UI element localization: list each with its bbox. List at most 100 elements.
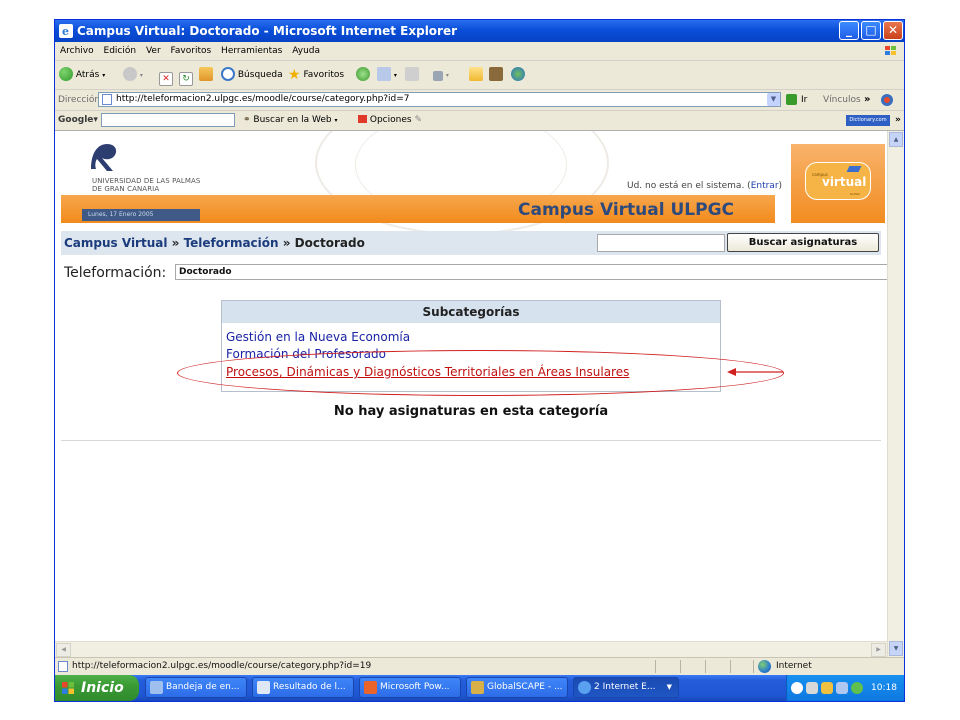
taskbar-item-ftp[interactable]: GlobalSCAPE - ... — [466, 677, 568, 698]
research-button[interactable] — [489, 61, 503, 89]
address-dropdown-icon[interactable]: ▼ — [767, 93, 780, 106]
google-options-button[interactable]: Opciones ✎ — [358, 111, 422, 130]
home-icon — [199, 67, 213, 81]
google-more-icon[interactable]: » — [895, 111, 901, 130]
menu-herramientas[interactable]: Herramientas — [221, 46, 282, 56]
forward-button[interactable]: ▾ — [123, 61, 143, 89]
home-button[interactable] — [199, 61, 213, 89]
breadcrumb-home[interactable]: Campus Virtual — [64, 236, 167, 250]
google-search-input[interactable] — [101, 113, 235, 127]
links-more-icon[interactable]: » — [864, 90, 870, 110]
messenger-button[interactable] — [511, 61, 525, 89]
taskbar-item-label: GlobalSCAPE - ... — [487, 682, 563, 692]
folder-button[interactable] — [469, 61, 483, 89]
window-title: Campus Virtual: Doctorado - Microsoft In… — [77, 24, 458, 38]
refresh-icon: ↻ — [179, 72, 193, 86]
horizontal-scrollbar[interactable]: ◀ ▶ — [55, 641, 887, 657]
menu-ver[interactable]: Ver — [146, 46, 161, 56]
navigation-bar: Campus Virtual » Teleformación » Doctora… — [61, 231, 881, 255]
chevron-down-icon: ▾ — [393, 72, 397, 79]
taskbar-item-label: Bandeja de en... — [166, 682, 240, 692]
google-search-web-button[interactable]: ⚭ Buscar en la Web ▾ — [243, 111, 338, 130]
menu-edicion[interactable]: Edición — [104, 46, 137, 56]
login-link[interactable]: Entrar — [751, 181, 779, 191]
vertical-scrollbar[interactable]: ▲ ▼ — [887, 131, 904, 657]
stop-button[interactable]: ✕ — [159, 61, 173, 89]
tray-icon[interactable] — [836, 682, 848, 694]
menu-archivo[interactable]: Archivo — [60, 46, 94, 56]
google-logo[interactable]: Google▾ — [58, 111, 98, 130]
tray-icon[interactable] — [821, 682, 833, 694]
taskbar-item-document[interactable]: Resultado de l... — [252, 677, 354, 698]
status-bar: http://teleformacion2.ulpgc.es/moodle/co… — [55, 657, 904, 675]
standard-toolbar: Atrás ▾ ▾ ✕ ↻ Búsqueda ★ Favoritos ▾ ▾ — [55, 61, 904, 90]
mail-button[interactable]: ▾ — [377, 61, 397, 89]
clock[interactable]: 10:18 — [871, 675, 897, 701]
maximize-button[interactable]: □ — [861, 21, 881, 40]
chevron-down-icon: ▾ — [139, 72, 143, 79]
taskbar-item-label: 2 Internet E... — [594, 682, 656, 692]
breadcrumb-separator: » — [278, 236, 295, 250]
taskbar-item-powerpoint[interactable]: Microsoft Pow... — [359, 677, 461, 698]
google-options-label: Opciones — [369, 115, 412, 125]
address-input[interactable]: http://teleformacion2.ulpgc.es/moodle/co… — [98, 92, 781, 107]
search-button[interactable]: Búsqueda — [221, 61, 283, 89]
edit-button[interactable]: ▾ — [433, 61, 449, 89]
status-separator — [705, 660, 706, 673]
subcategory-link[interactable]: Gestión en la Nueva Economía — [226, 329, 410, 345]
course-search-input[interactable] — [597, 234, 725, 252]
address-label: Dirección — [58, 95, 101, 105]
document-icon — [257, 681, 270, 694]
stop-icon: ✕ — [159, 72, 173, 86]
chevron-down-icon: ▾ — [334, 117, 338, 124]
refresh-button[interactable]: ↻ — [179, 61, 193, 89]
favorites-button[interactable]: ★ Favoritos — [288, 61, 344, 89]
university-name-line1: UNIVERSIDAD DE LAS PALMAS — [92, 177, 201, 185]
scroll-down-icon[interactable]: ▼ — [889, 641, 903, 656]
content-divider — [61, 440, 881, 441]
tray-icon[interactable] — [851, 682, 863, 694]
folder-icon — [469, 67, 483, 81]
status-url: http://teleformacion2.ulpgc.es/moodle/co… — [72, 661, 372, 671]
breadcrumb-category[interactable]: Teleformación — [184, 236, 279, 250]
back-button[interactable]: Atrás ▾ — [59, 61, 105, 89]
scroll-right-icon[interactable]: ▶ — [871, 643, 886, 657]
scroll-left-icon[interactable]: ◀ — [56, 643, 71, 657]
taskbar-item-mail[interactable]: Bandeja de en... — [145, 677, 247, 698]
address-url: http://teleformacion2.ulpgc.es/moodle/co… — [116, 94, 410, 104]
category-select[interactable]: Doctorado — [175, 264, 887, 280]
ie-icon — [578, 681, 591, 694]
books-icon — [489, 67, 503, 81]
taskbar-item-ie[interactable]: 2 Internet E... ▼ — [573, 677, 679, 698]
go-button[interactable]: Ir — [801, 90, 807, 110]
tray-icon[interactable] — [806, 682, 818, 694]
start-button[interactable]: Inicio — [55, 675, 139, 701]
close-button[interactable]: ✕ — [883, 21, 903, 40]
internet-zone-icon — [758, 660, 771, 673]
login-status: Ud. no está en el sistema. (Entrar) — [627, 181, 782, 191]
menu-ayuda[interactable]: Ayuda — [292, 46, 320, 56]
go-arrow-icon[interactable] — [786, 94, 797, 105]
mail-icon — [150, 681, 163, 694]
campus-virtual-logo-panel: campus virtual ULPGC — [791, 144, 885, 223]
search-courses-button[interactable]: Buscar asignaturas — [727, 233, 879, 252]
print-button[interactable] — [405, 61, 419, 89]
dictionary-button[interactable]: Dictionary.com — [846, 115, 890, 126]
campus-virtual-logo: campus virtual ULPGC — [805, 162, 871, 200]
search-icon — [221, 67, 235, 81]
scroll-up-icon[interactable]: ▲ — [889, 132, 903, 147]
minimize-button[interactable]: _ — [839, 21, 859, 40]
google-toolbar: Google▾ ⚭ Buscar en la Web ▾ Opciones ✎ … — [55, 111, 904, 131]
history-button[interactable] — [356, 61, 370, 89]
tray-icon[interactable] — [791, 682, 803, 694]
title-bar[interactable]: e Campus Virtual: Doctorado - Microsoft … — [55, 20, 904, 42]
no-courses-message: No hay asignaturas en esta categoría — [333, 404, 609, 419]
windows-flag-icon — [885, 46, 896, 55]
history-icon — [356, 67, 370, 81]
menu-favoritos[interactable]: Favoritos — [171, 46, 212, 56]
status-separator — [655, 660, 656, 673]
page-header: UNIVERSIDAD DE LAS PALMAS DE GRAN CANARI… — [55, 131, 887, 235]
links-label[interactable]: Vínculos — [823, 90, 861, 110]
addon-icon[interactable] — [880, 93, 894, 107]
logo-accent — [846, 166, 862, 172]
